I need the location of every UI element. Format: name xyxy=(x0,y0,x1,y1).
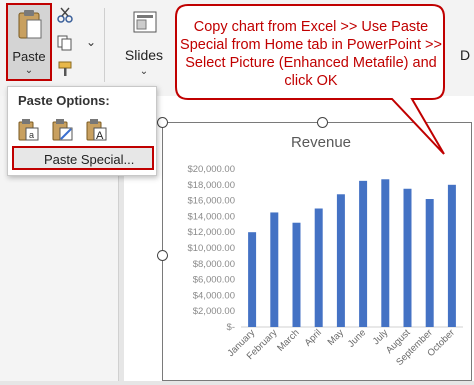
paste-special-menu-item[interactable]: Paste Special... xyxy=(12,146,154,170)
paste-use-destination-theme-icon[interactable]: a xyxy=(18,118,40,142)
paste-special-label: Paste Special... xyxy=(44,152,135,167)
callout-text: Copy chart from Excel >> Use Paste Speci… xyxy=(180,19,442,89)
paste-options-title: Paste Options: xyxy=(18,93,110,108)
paste-options-menu: Paste Options: a A Paste Special... xyxy=(7,86,157,176)
svg-text:A: A xyxy=(96,130,104,142)
paste-keep-text-only-icon[interactable]: A xyxy=(86,118,108,142)
svg-text:a: a xyxy=(29,130,34,140)
paste-keep-source-formatting-icon[interactable] xyxy=(52,118,74,142)
